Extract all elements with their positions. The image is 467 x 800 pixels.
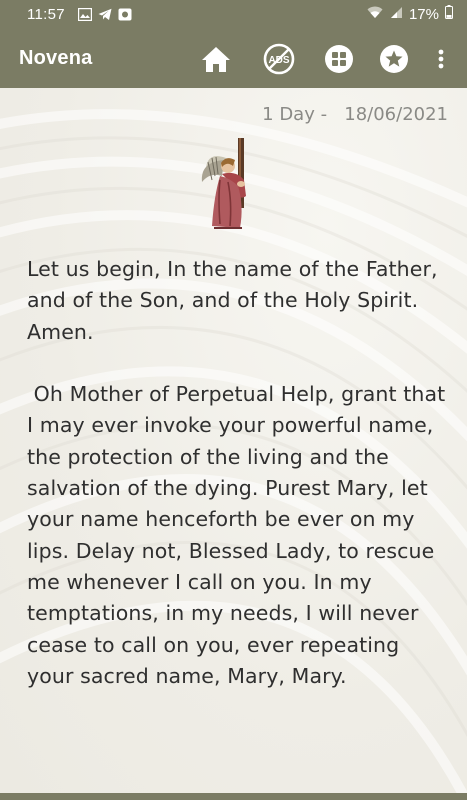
rate-button[interactable] bbox=[378, 43, 410, 75]
status-time: 11:57 bbox=[27, 6, 65, 23]
prayer-text: Let us begin, In the name of the Father,… bbox=[27, 257, 446, 688]
notification-box-icon bbox=[118, 8, 132, 21]
home-button[interactable] bbox=[200, 43, 232, 75]
battery-icon bbox=[445, 5, 453, 23]
gallery-icon bbox=[77, 7, 93, 22]
remove-ads-button[interactable]: ADS bbox=[263, 43, 295, 75]
status-bar: 11:57 17% bbox=[0, 0, 467, 30]
day-date-line: 1 Day - 18/06/2021 bbox=[262, 104, 448, 125]
telegram-icon bbox=[98, 8, 112, 21]
overflow-menu-button[interactable] bbox=[426, 43, 456, 75]
no-ads-icon: ADS bbox=[263, 43, 295, 79]
app-title: Novena bbox=[19, 47, 93, 69]
day-label: 1 Day - bbox=[262, 104, 328, 125]
novena-content[interactable]: 1 Day - 18/06/2021 Let us begin, In the … bbox=[0, 88, 467, 793]
battery-percent: 17% bbox=[408, 5, 439, 23]
app-bar: Novena ADS bbox=[0, 30, 467, 88]
signal-icon bbox=[389, 6, 403, 23]
grid-icon bbox=[323, 45, 355, 79]
star-icon bbox=[378, 45, 410, 79]
home-icon bbox=[200, 47, 232, 79]
apps-grid-button[interactable] bbox=[323, 43, 355, 75]
wifi-icon bbox=[367, 6, 383, 23]
overflow-menu-icon bbox=[426, 49, 456, 79]
angel-illustration bbox=[200, 136, 262, 234]
bottom-bar bbox=[0, 793, 467, 800]
novena-date: 18/06/2021 bbox=[344, 104, 448, 125]
